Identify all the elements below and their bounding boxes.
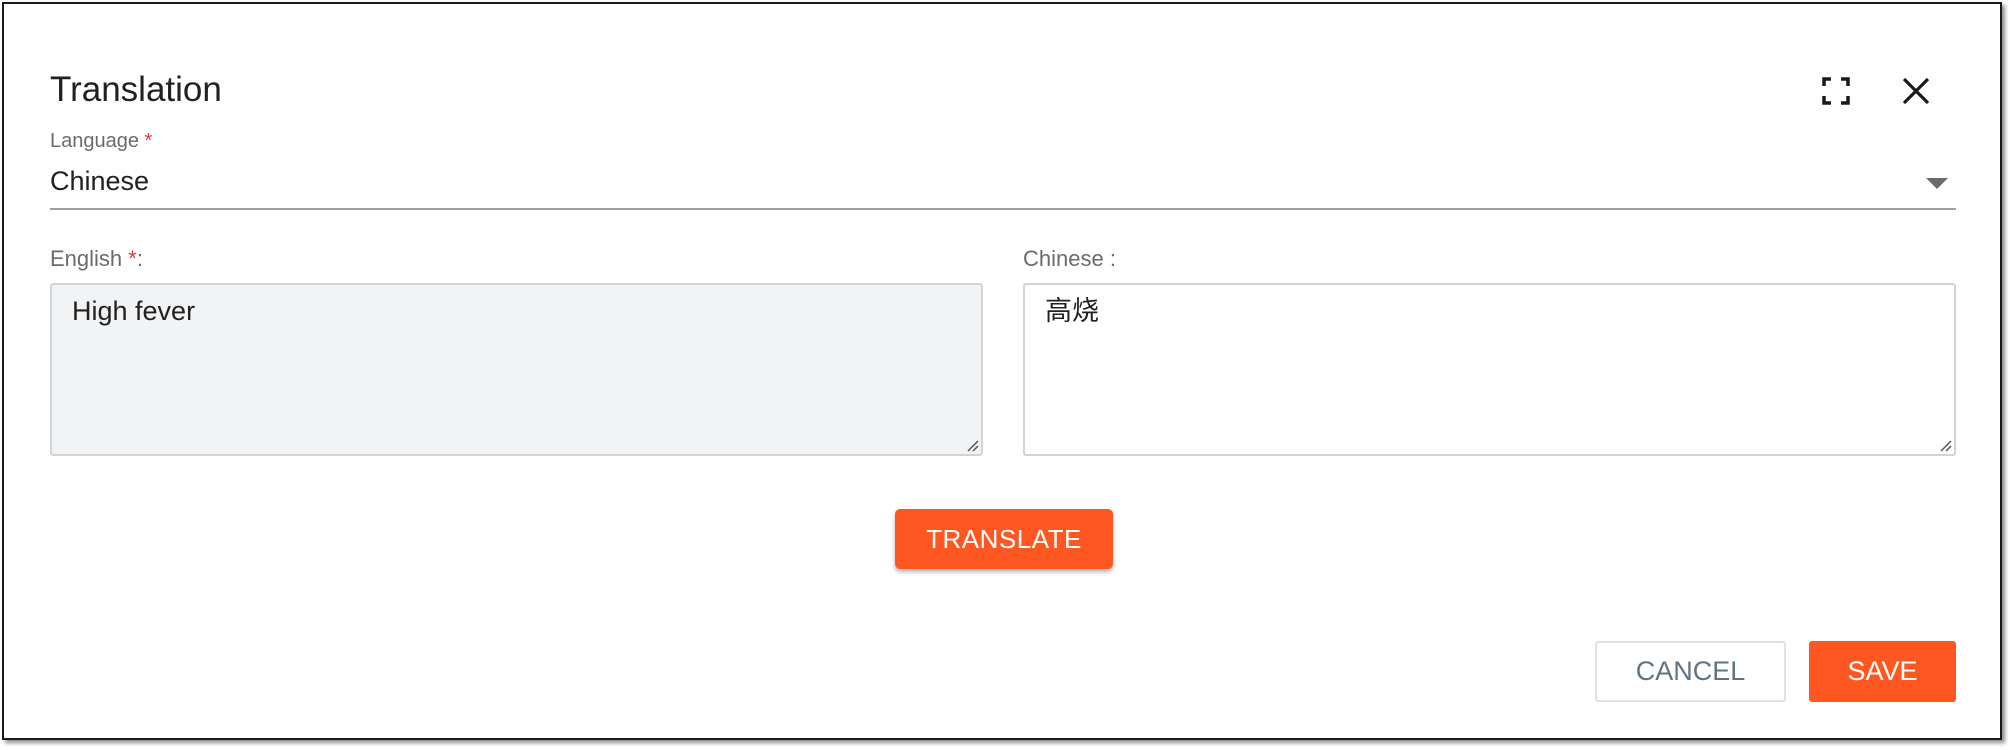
english-textarea[interactable]: High fever <box>50 283 983 456</box>
english-label-text: English <box>50 246 123 271</box>
close-button[interactable] <box>1890 67 1942 119</box>
resize-grip-icon[interactable] <box>1938 438 1952 452</box>
translation-dialog: Translation Language * Chinese English *… <box>2 2 2002 740</box>
caret-down-icon <box>1926 178 1948 189</box>
language-selected-value: Chinese <box>50 166 150 196</box>
chinese-label: Chinese : <box>1023 246 1116 271</box>
fullscreen-button[interactable] <box>1810 67 1862 119</box>
required-marker: * <box>128 246 137 271</box>
english-text: High fever <box>72 296 196 326</box>
close-icon <box>1901 76 1931 111</box>
language-label: Language * <box>50 130 152 153</box>
save-button[interactable]: SAVE <box>1809 641 1956 702</box>
dialog-title: Translation <box>50 70 222 109</box>
required-marker: * <box>144 130 153 152</box>
language-select[interactable]: Chinese <box>50 156 1956 210</box>
resize-grip-icon[interactable] <box>965 438 979 452</box>
english-label-suffix: : <box>136 246 143 271</box>
chinese-textarea[interactable]: 高烧 <box>1023 283 1956 456</box>
cancel-button[interactable]: CANCEL <box>1595 641 1786 702</box>
language-label-text: Language <box>50 130 139 152</box>
fullscreen-icon <box>1821 76 1851 111</box>
chinese-text: 高烧 <box>1045 296 1099 326</box>
translate-button[interactable]: TRANSLATE <box>895 509 1113 569</box>
english-label: English *: <box>50 246 143 272</box>
